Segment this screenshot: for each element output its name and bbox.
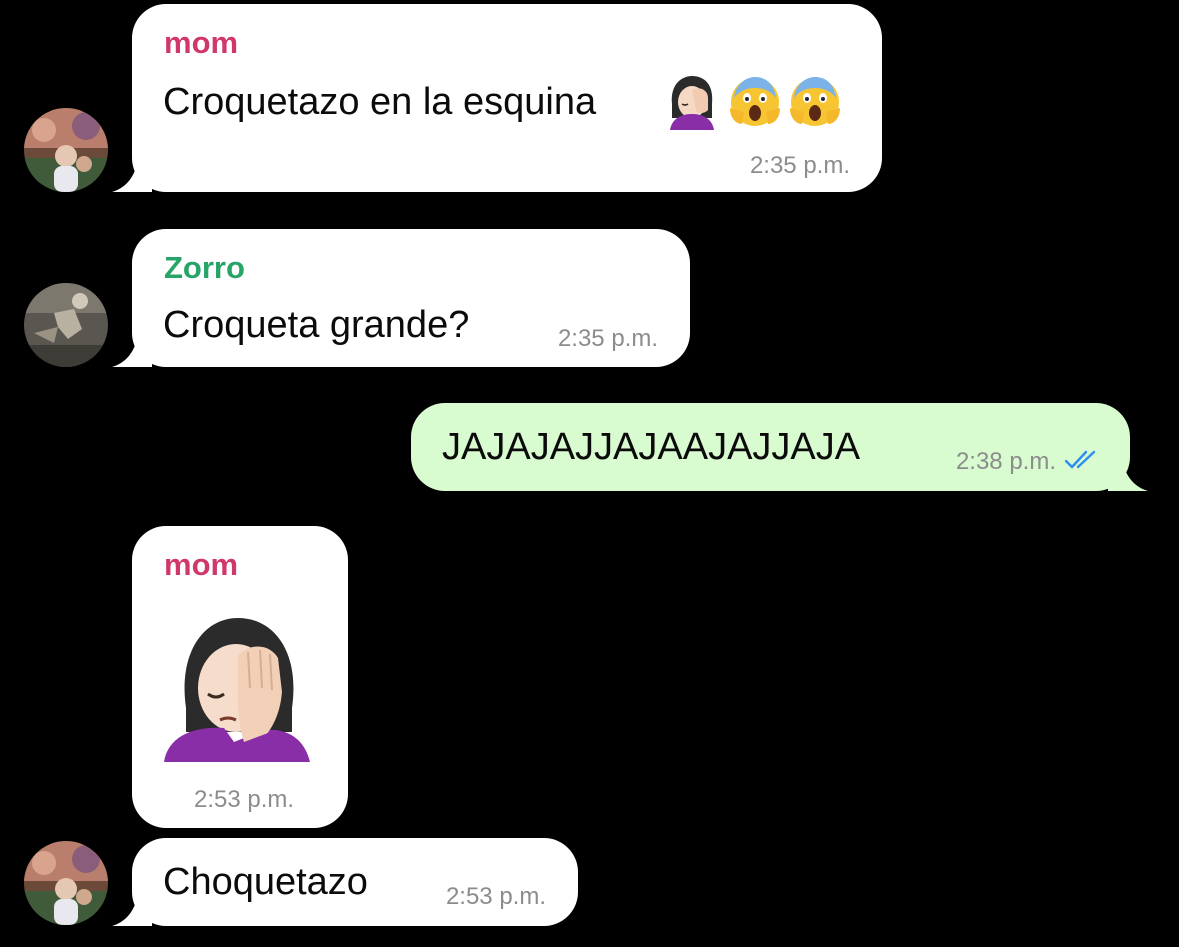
woman-facepalming-emoji [670,76,714,130]
message-text: Croqueta grande? [163,304,470,346]
sender-name: Zorro [164,250,245,285]
woman-facepalming-emoji [164,618,310,762]
message-timestamp: 2:35 p.m. [749,152,850,179]
sender-name: mom [164,25,239,60]
message-timestamp: 2:53 p.m. [194,786,295,813]
sender-avatar-zorro[interactable] [24,283,108,367]
avatar-photo-icon [24,283,108,367]
face-screaming-in-fear-emoji [730,77,780,126]
message-bubble-incoming[interactable]: Zorro Croqueta grande? 2:35 p.m. [132,229,690,367]
message-text: Croquetazo en la esquina [163,81,597,123]
message-timestamp: 2:53 p.m. [445,883,546,910]
message-bubble-incoming[interactable]: mom 2:53 p.m. [132,526,348,828]
message-bubble-incoming[interactable]: mom Croquetazo en la esquina 2:35 p.m. [132,4,882,192]
message-text: JAJAJAJJAJAAJAJJAJA [442,426,861,468]
message-text: Choquetazo [163,861,368,903]
sender-avatar-mom[interactable] [24,108,108,192]
message-timestamp: 2:35 p.m. [557,325,658,352]
bubble-tail [1108,457,1148,491]
sender-name: mom [164,547,239,582]
message-timestamp: 2:38 p.m. [955,448,1056,475]
sender-avatar-mom[interactable] [24,841,108,925]
message-bubble-incoming[interactable]: Choquetazo 2:53 p.m. [132,838,578,926]
message-bubble-outgoing[interactable]: JAJAJAJJAJAAJAJJAJA 2:38 p.m. [411,403,1130,491]
face-screaming-in-fear-emoji [790,77,840,126]
avatar-photo-icon [24,108,108,192]
avatar-photo-icon [24,841,108,925]
read-double-check-icon [1064,450,1096,469]
